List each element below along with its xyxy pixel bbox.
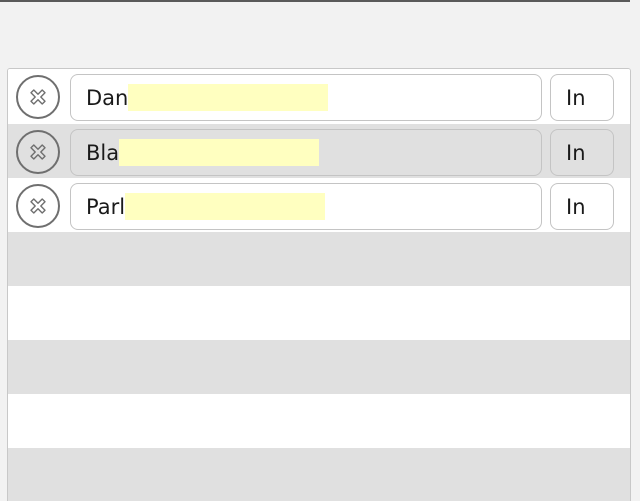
status-text: In xyxy=(566,194,586,219)
remove-circle-x-icon xyxy=(24,133,52,171)
top-divider xyxy=(0,0,630,2)
status-field[interactable]: In xyxy=(550,74,614,121)
name-field[interactable]: Dan xyxy=(70,74,542,121)
name-field[interactable]: Parl xyxy=(70,183,542,230)
attendee-list: Dan In Bla In Parl In xyxy=(7,68,631,501)
list-item: Parl In xyxy=(8,178,630,232)
list-item: Bla In xyxy=(8,124,630,178)
redacted-text-block xyxy=(125,193,326,220)
status-text: In xyxy=(566,85,586,110)
status-field[interactable]: In xyxy=(550,129,614,176)
empty-row xyxy=(8,448,630,501)
empty-row xyxy=(8,394,630,448)
name-text: Bla xyxy=(86,140,120,165)
remove-row-button[interactable] xyxy=(16,130,60,174)
remove-circle-x-icon xyxy=(24,187,52,225)
redacted-text-block xyxy=(119,139,320,166)
empty-row xyxy=(8,232,630,286)
list-item: Dan In xyxy=(8,69,630,124)
name-text: Parl xyxy=(86,194,126,219)
status-field[interactable]: In xyxy=(550,183,614,230)
redacted-text-block xyxy=(128,84,329,111)
remove-circle-x-icon xyxy=(24,78,52,116)
remove-row-button[interactable] xyxy=(16,75,60,119)
empty-row xyxy=(8,286,630,340)
remove-row-button[interactable] xyxy=(16,184,60,228)
empty-row xyxy=(8,340,630,394)
status-text: In xyxy=(566,140,586,165)
name-field[interactable]: Bla xyxy=(70,129,542,176)
name-text: Dan xyxy=(86,85,129,110)
